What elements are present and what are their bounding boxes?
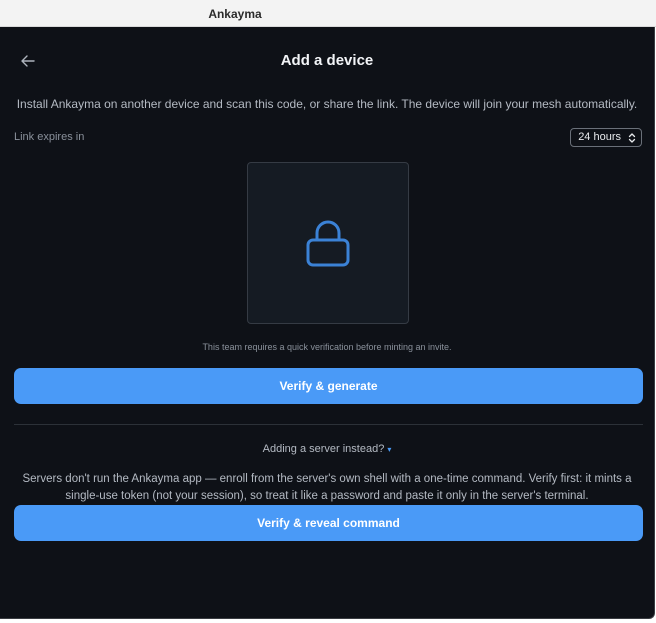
expiry-selected-value: 24 hours xyxy=(578,131,621,143)
verification-note: This team requires a quick verification … xyxy=(202,342,452,352)
lock-icon xyxy=(306,220,350,267)
verify-reveal-command-button[interactable]: Verify & reveal command xyxy=(14,505,643,541)
chevron-updown-icon xyxy=(628,133,636,143)
caret-down-icon: ▾ xyxy=(387,445,392,454)
server-toggle-label: Adding a server instead? xyxy=(262,443,385,455)
server-description: Servers don't run the Ankayma app — enro… xyxy=(22,473,632,502)
page-title: Add a device xyxy=(280,52,374,69)
section-divider xyxy=(14,424,643,425)
window-title: Ankayma xyxy=(208,7,262,21)
expiry-select[interactable]: 24 hours xyxy=(570,128,642,147)
qr-code-placeholder xyxy=(247,162,409,324)
window-titlebar: Ankayma xyxy=(0,0,656,27)
server-section-toggle[interactable]: Adding a server instead? ▾ xyxy=(0,443,654,455)
expiry-label: Link expires in xyxy=(14,131,85,143)
intro-text: Install Ankayma on another device and sc… xyxy=(16,97,638,111)
add-device-panel: Add a device Install Ankayma on another … xyxy=(0,27,655,619)
verify-generate-button[interactable]: Verify & generate xyxy=(14,368,643,404)
